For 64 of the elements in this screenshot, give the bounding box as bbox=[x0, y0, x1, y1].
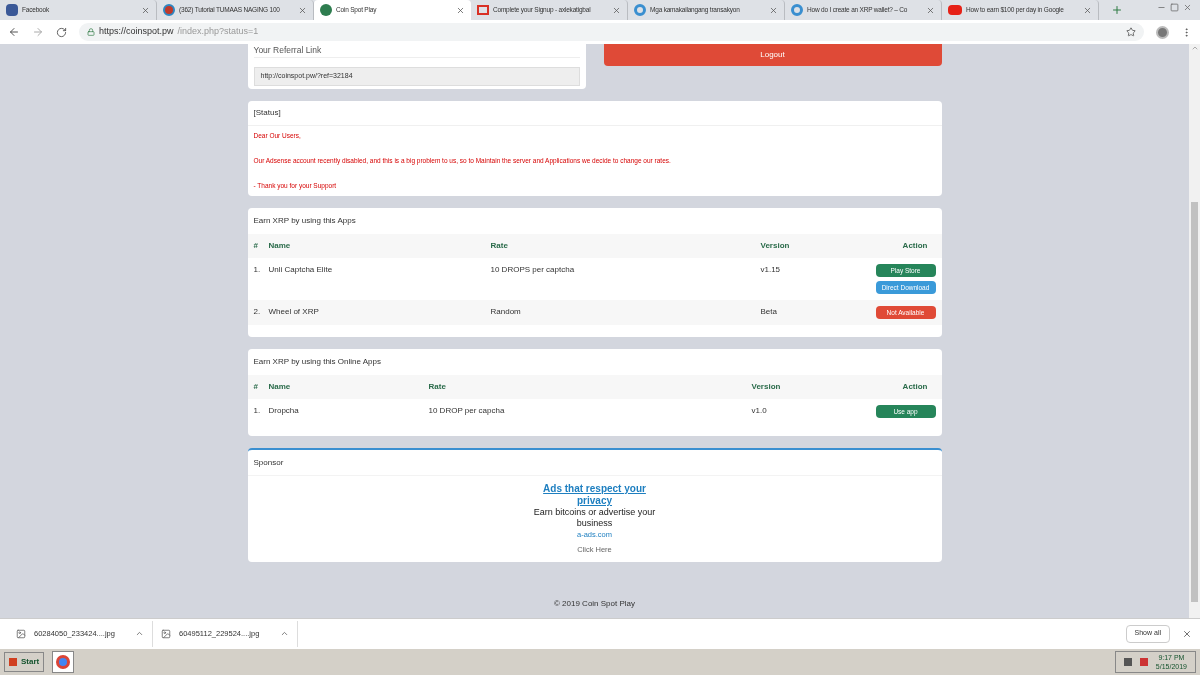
table-cell-text: 1. bbox=[253, 405, 262, 417]
close-icon[interactable] bbox=[769, 5, 778, 15]
windows-logo-icon bbox=[9, 658, 17, 666]
column-header: # bbox=[253, 240, 259, 252]
back-icon[interactable] bbox=[8, 26, 20, 38]
table-cell-text: 10 DROP per capcha bbox=[428, 405, 506, 417]
table-cell-text: 1. bbox=[253, 264, 262, 276]
maximize-icon[interactable] bbox=[1170, 3, 1179, 12]
coin-icon bbox=[634, 4, 646, 16]
mail-icon bbox=[477, 5, 489, 15]
table-cell-text: 2. bbox=[253, 306, 262, 318]
table-cell-text: v1.15 bbox=[760, 264, 782, 276]
table-cell-text: Wheel of XRP bbox=[268, 306, 320, 318]
new-tab-icon[interactable] bbox=[1111, 4, 1123, 16]
column-header: # bbox=[253, 381, 259, 393]
lock-icon bbox=[87, 28, 95, 36]
close-icon[interactable] bbox=[1183, 3, 1192, 12]
play-icon bbox=[948, 5, 962, 15]
card-title: Your Referral Link bbox=[253, 45, 580, 58]
scroll-up-icon[interactable] bbox=[1190, 44, 1199, 52]
scrollbar[interactable] bbox=[1189, 44, 1200, 618]
close-icon[interactable] bbox=[612, 5, 621, 15]
bookmark-icon[interactable] bbox=[1126, 27, 1136, 37]
address-bar[interactable]: https://coinspot.pw /index.php?status=1 bbox=[79, 23, 1144, 41]
profile-avatar[interactable] bbox=[1156, 25, 1169, 39]
card-title: Earn XRP by using this Apps bbox=[253, 215, 356, 227]
close-icon[interactable] bbox=[926, 5, 935, 15]
column-header: Action bbox=[902, 240, 929, 252]
column-header: Version bbox=[760, 240, 791, 252]
image-file-icon bbox=[16, 628, 26, 639]
column-header: Version bbox=[751, 381, 782, 393]
close-icon[interactable] bbox=[298, 5, 307, 15]
facebook-icon bbox=[6, 4, 18, 16]
table-cell-text: v1.0 bbox=[751, 405, 768, 417]
close-icon[interactable] bbox=[1182, 628, 1192, 639]
column-header: Name bbox=[268, 381, 292, 393]
caret-icon[interactable] bbox=[280, 629, 289, 638]
coin-icon bbox=[791, 4, 803, 16]
site-icon bbox=[320, 4, 332, 16]
table-cell-text: Random bbox=[490, 306, 522, 318]
table-cell-text: Unli Captcha Elite bbox=[268, 264, 334, 276]
browser-taskbar-icon[interactable] bbox=[52, 651, 75, 673]
column-header: Rate bbox=[490, 240, 509, 252]
ad-title-link[interactable]: Ads that respect your privacy bbox=[529, 483, 660, 507]
card-title: [Status] bbox=[253, 107, 281, 119]
table-cell-text: Dropcha bbox=[268, 405, 300, 417]
table-cell-text: Beta bbox=[760, 306, 778, 318]
table-cell-text: 10 DROPS per captcha bbox=[490, 264, 576, 276]
globe-icon bbox=[163, 4, 175, 16]
column-header: Action bbox=[902, 381, 929, 393]
start-button[interactable]: Start bbox=[4, 652, 45, 672]
caret-icon[interactable] bbox=[135, 629, 144, 638]
reload-icon[interactable] bbox=[56, 26, 67, 38]
ad-text: Earn bitcoins or advertise your business bbox=[532, 507, 657, 529]
close-icon[interactable] bbox=[1083, 5, 1092, 15]
close-icon[interactable] bbox=[456, 5, 465, 15]
image-file-icon bbox=[161, 628, 171, 639]
logout-button[interactable]: Logout bbox=[603, 44, 942, 66]
column-header: Name bbox=[268, 240, 292, 252]
footer-text: © 2019 Coin Spot Play bbox=[553, 597, 636, 610]
card-title: Earn XRP by using this Online Apps bbox=[253, 356, 381, 368]
column-header: Rate bbox=[428, 381, 447, 393]
close-icon[interactable] bbox=[141, 5, 150, 15]
card-title: Sponsor bbox=[253, 456, 284, 469]
